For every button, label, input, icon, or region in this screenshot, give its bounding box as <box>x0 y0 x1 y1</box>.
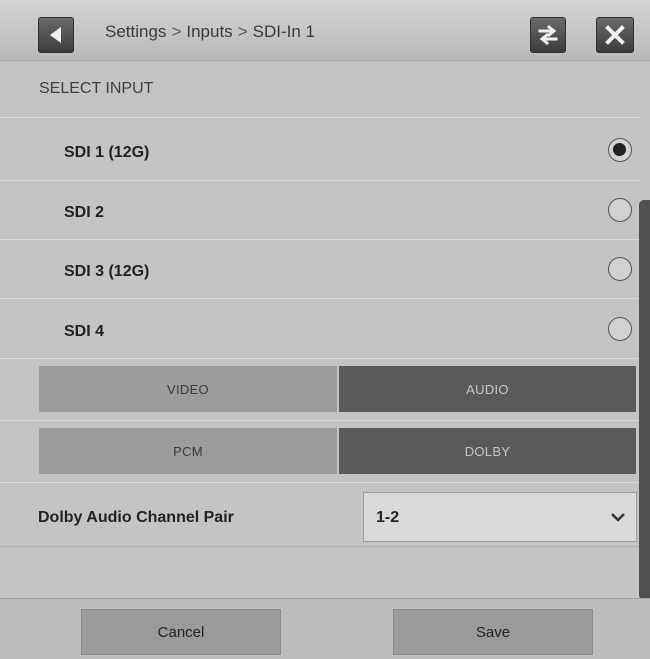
divider <box>0 358 640 359</box>
dolby-toggle-button[interactable]: DOLBY <box>339 428 636 474</box>
back-arrow-icon <box>50 27 61 43</box>
breadcrumb-settings[interactable]: Settings <box>105 22 166 41</box>
video-toggle-button[interactable]: VIDEO <box>39 366 337 412</box>
radio-button[interactable] <box>608 317 632 341</box>
breadcrumb-inputs[interactable]: Inputs <box>186 22 232 41</box>
input-option-label: SDI 2 <box>64 204 105 221</box>
breadcrumb-separator: > <box>171 22 182 41</box>
divider <box>0 546 640 547</box>
footer-bar: Cancel Save <box>0 598 650 659</box>
input-option-sdi3[interactable]: SDI 3 (12G) <box>0 242 640 300</box>
divider <box>0 482 640 483</box>
cancel-button[interactable]: Cancel <box>81 609 281 655</box>
back-button[interactable] <box>38 17 74 53</box>
breadcrumb-current: SDI-In 1 <box>252 22 315 41</box>
chevron-down-icon <box>611 513 625 522</box>
divider <box>0 180 640 181</box>
radio-button[interactable] <box>608 257 632 281</box>
input-option-sdi4[interactable]: SDI 4 <box>0 302 640 360</box>
radio-button[interactable] <box>608 198 632 222</box>
divider <box>0 298 640 299</box>
divider <box>0 420 640 421</box>
dolby-channel-pair-select[interactable]: 1-2 <box>363 492 637 542</box>
divider <box>0 117 640 118</box>
title-bar: Settings > Inputs > SDI-In 1 <box>0 0 650 61</box>
pcm-toggle-button[interactable]: PCM <box>39 428 337 474</box>
dolby-channel-pair-value: 1-2 <box>376 509 400 526</box>
input-option-label: SDI 1 (12G) <box>64 144 150 161</box>
close-button[interactable] <box>596 17 634 53</box>
swap-arrows-icon <box>538 24 558 46</box>
audio-toggle-button[interactable]: AUDIO <box>339 366 636 412</box>
breadcrumb: Settings > Inputs > SDI-In 1 <box>105 22 315 42</box>
radio-button-selected[interactable] <box>608 138 632 162</box>
breadcrumb-separator: > <box>237 22 248 41</box>
input-option-sdi2[interactable]: SDI 2 <box>0 183 640 241</box>
scrollbar[interactable] <box>639 200 650 600</box>
input-option-sdi1[interactable]: SDI 1 (12G) <box>0 123 640 181</box>
section-title: SELECT INPUT <box>39 80 154 97</box>
close-icon <box>605 25 625 45</box>
dolby-channel-pair-label: Dolby Audio Channel Pair <box>38 509 234 526</box>
divider <box>0 239 640 240</box>
save-button[interactable]: Save <box>393 609 593 655</box>
input-option-label: SDI 4 <box>64 323 105 340</box>
swap-button[interactable] <box>530 17 566 53</box>
input-option-label: SDI 3 (12G) <box>64 263 150 280</box>
